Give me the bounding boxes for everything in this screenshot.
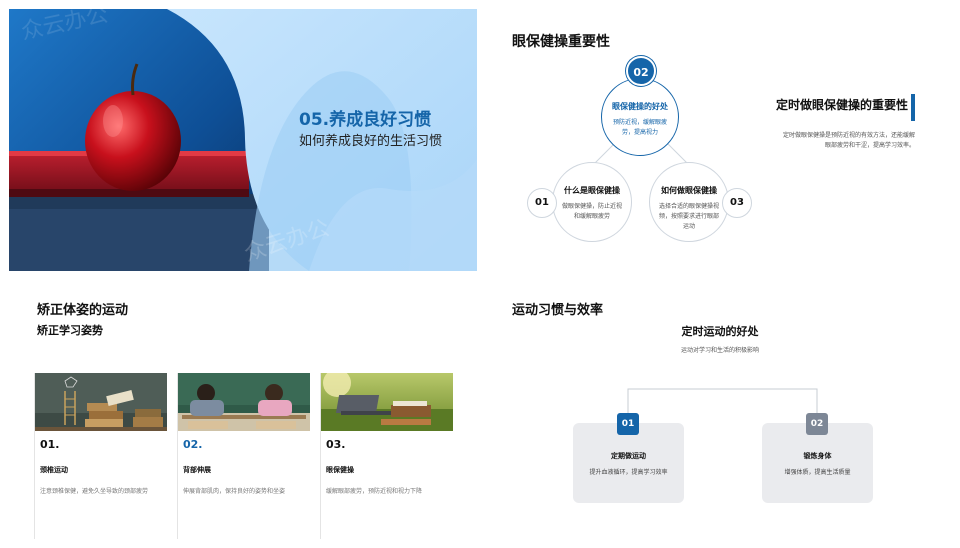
card-name: 眼保健操 [326,466,354,474]
benefit-desc: 增强体质，提高生活质量 [784,469,851,476]
posture-card-1: 01. 颈椎运动 注意颈椎保健，避免久坐导致的颈部疲劳 [34,373,167,539]
efficiency-title: 运动习惯与效率 [512,303,604,318]
card-number: 03. [326,438,346,451]
chalkboard-books-image [35,373,167,431]
posture-title: 矫正体姿的运动 [37,303,129,318]
laptop-grass-image [321,373,453,431]
card-desc: 注意颈椎保健，避免久坐导致的颈部疲劳 [40,488,149,495]
hero-subtitle: 如何养成良好的生活习惯 [299,134,443,149]
posture-card-2: 02. 背部伸展 伸展背部肌肉，保持良好的姿势和坐姿 [177,373,310,539]
node-number-01: 01 [527,188,557,218]
efficiency-subheading: 运动对学习和生活的积极影响 [680,347,759,354]
benefit-title: 定期做运动 [611,452,646,460]
benefit-number-02: 02 [806,413,828,435]
tree-connector [627,388,818,413]
classroom-students-image [178,373,310,431]
node-number-03: 03 [722,188,752,218]
card-desc: 缓解眼部疲劳，预防近视和视力下降 [326,488,423,495]
posture-subtitle: 矫正学习姿势 [37,324,103,337]
efficiency-heading: 定时运动的好处 [681,325,759,338]
benefit-box-1: 定期做运动 提升血液循环，提高学习效率 [573,423,684,503]
node-number-02: 02 [626,56,656,86]
benefit-number-01: 01 [617,413,639,435]
importance-side-text: 定时做眼保健操是预防近视的有效方法，还能缓解眼部疲劳和干涩，提高学习效率。 [783,132,916,149]
card-number: 02. [183,438,203,451]
node-how-to: 如何做眼保健操 选择合适的眼保健操视频，按照要求进行眼部运动 [649,162,729,242]
hero-title: 05.养成良好习惯 [299,110,432,130]
benefit-box-2: 锻炼身体 增强体质，提高生活质量 [762,423,873,503]
benefit-desc: 提升血液循环，提高学习效率 [589,469,668,476]
card-number: 01. [40,438,60,451]
accent-bar [911,94,915,121]
connector-lines [589,141,693,169]
card-name: 颈椎运动 [40,466,68,474]
hero-banner: 众云办公 众云办公 05.养成良好习惯 如何养成良好的生活习惯 [9,9,477,271]
benefit-title: 锻炼身体 [803,452,832,460]
posture-card-3: 03. 眼保健操 缓解眼部疲劳，预防近视和视力下降 [320,373,453,539]
node-benefits: 眼保健操的好处 预防近视，缓解眼疲劳，提高视力 [601,78,679,156]
card-desc: 伸展背部肌肉，保持良好的姿势和坐姿 [183,488,286,495]
node-what-is: 什么是眼保健操 做眼保健操，防止近视和缓解眼疲劳 [552,162,632,242]
importance-side-title: 定时做眼保健操的重要性 [775,98,908,112]
apple-shape [85,91,181,191]
card-name: 背部伸展 [183,466,211,474]
